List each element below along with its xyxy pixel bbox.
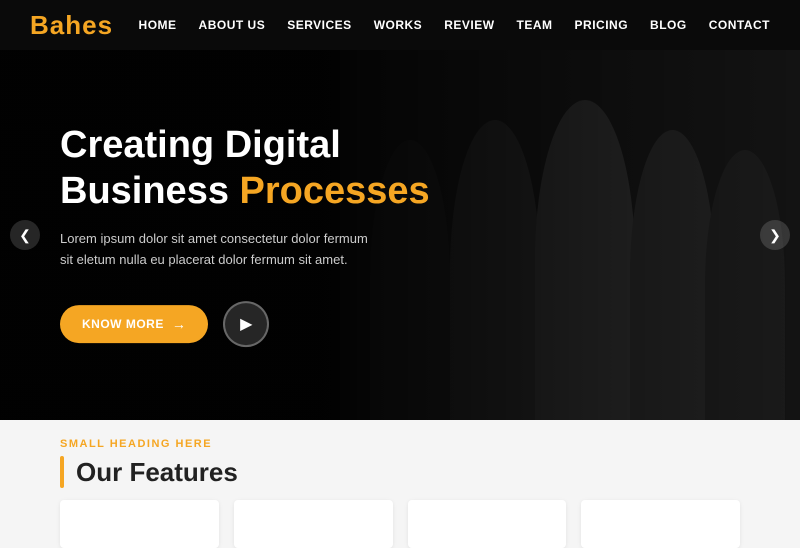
nav-item-contact[interactable]: CONTACT [709,16,770,34]
features-heading: Our Features [76,457,238,488]
nav-link-contact[interactable]: CONTACT [709,18,770,32]
feature-card-1 [60,500,219,548]
nav-link-blog[interactable]: BLOG [650,18,687,32]
nav-link-review[interactable]: REVIEW [444,18,494,32]
navbar: Bahes HOME ABOUT US SERVICES WORKS REVIE… [0,0,800,50]
nav-item-blog[interactable]: BLOG [650,16,687,34]
features-small-heading: SMALL HEADING HERE [60,438,740,450]
nav-item-review[interactable]: REVIEW [444,16,494,34]
nav-link-home[interactable]: HOME [139,18,177,32]
nav-item-pricing[interactable]: PRICING [575,16,629,34]
features-border-accent [60,456,64,488]
nav-link-services[interactable]: SERVICES [287,18,351,32]
hero-subtitle: Lorem ipsum dolor sit amet consectetur d… [60,229,380,271]
nav-link-pricing[interactable]: PRICING [575,18,629,32]
features-cards-row [60,500,740,548]
nav-link-about[interactable]: ABOUT US [199,18,266,32]
nav-link-team[interactable]: TEAM [517,18,553,32]
slide-next-button[interactable]: ❯ [760,220,790,250]
know-more-button[interactable]: KNOW MORE → [60,305,208,343]
arrow-icon: → [172,316,187,332]
feature-card-3 [408,500,567,548]
hero-title: Creating Digital Business Processes [60,123,430,214]
nav-item-services[interactable]: SERVICES [287,16,351,34]
play-button[interactable]: ▶ [223,301,269,347]
feature-card-4 [581,500,740,548]
hero-title-line1: Creating Digital [60,124,341,166]
logo[interactable]: Bahes [30,10,113,41]
nav-link-works[interactable]: WORKS [374,18,423,32]
know-more-label: KNOW MORE [82,317,164,331]
slide-prev-button[interactable]: ❮ [10,220,40,250]
nav-item-home[interactable]: HOME [139,16,177,34]
nav-links: HOME ABOUT US SERVICES WORKS REVIEW TEAM… [139,16,770,34]
features-section: SMALL HEADING HERE Our Features [0,420,800,548]
hero-actions: KNOW MORE → ▶ [60,301,430,347]
nav-item-works[interactable]: WORKS [374,16,423,34]
nav-item-about[interactable]: ABOUT US [199,16,266,34]
nav-item-team[interactable]: TEAM [517,16,553,34]
hero-title-line2: Business [60,170,240,212]
feature-card-2 [234,500,393,548]
hero-section: ❮ Creating Digital Business Processes Lo… [0,50,800,420]
features-heading-wrapper: Our Features [60,456,740,488]
hero-content: Creating Digital Business Processes Lore… [60,123,430,347]
hero-title-highlight: Processes [240,170,430,212]
play-icon: ▶ [240,314,252,334]
